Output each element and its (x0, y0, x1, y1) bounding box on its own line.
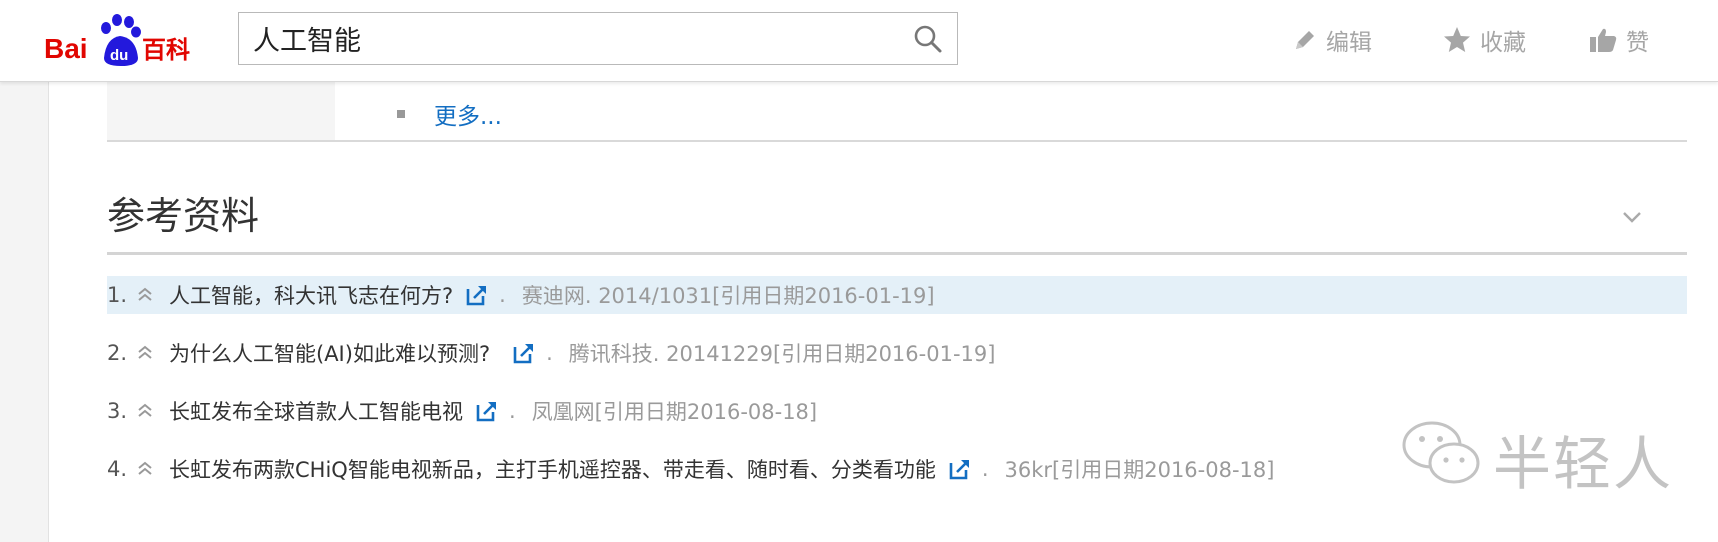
reference-separator: . (981, 457, 989, 481)
pencil-icon (1296, 31, 1314, 49)
more-row: 更多... (107, 82, 1687, 142)
external-link-icon[interactable] (475, 399, 499, 423)
table-cell-empty (107, 82, 335, 140)
thumbs-up-icon (1590, 28, 1617, 52)
watermark-text: 半轻人 (1493, 430, 1674, 498)
baidu-baike-logo[interactable]: du Bai 百科 (44, 10, 214, 72)
external-link-icon[interactable] (465, 283, 489, 307)
search-box[interactable] (238, 12, 958, 65)
more-link[interactable]: 更多... (434, 97, 502, 131)
reference-item: 1. 人工智能，科大讯飞志在何方? . 赛迪网. 2014/1031[引用日期2… (107, 276, 1687, 314)
top-header: du Bai 百科 编辑 收藏 赞 (0, 0, 1718, 82)
double-chevron-up-icon[interactable] (135, 343, 155, 363)
reference-source: 36kr[引用日期2016-08-18] (1004, 458, 1275, 482)
bullet-icon (397, 110, 405, 118)
external-link-icon[interactable] (512, 341, 536, 365)
reference-title[interactable]: 长虹发布两款CHiQ智能电视新品，主打手机遥控器、带走看、随时看、分类看功能 (169, 454, 936, 484)
edit-label: 编辑 (1326, 30, 1372, 56)
section-title: 参考资料 (107, 194, 260, 238)
reference-separator: . (546, 341, 553, 365)
section-divider (107, 252, 1687, 255)
reference-title[interactable]: 为什么人工智能(AI)如此难以预测? (169, 338, 490, 368)
double-chevron-up-icon[interactable] (135, 401, 155, 421)
chevron-down-icon[interactable] (1621, 210, 1643, 224)
search-icon[interactable] (913, 24, 943, 54)
like-label: 赞 (1626, 30, 1649, 56)
reference-separator: . (499, 283, 506, 307)
svg-text:Bai: Bai (44, 33, 88, 64)
edit-button[interactable]: 编辑 (1292, 24, 1372, 56)
double-chevron-up-icon[interactable] (135, 459, 155, 479)
reference-source: 赛迪网. 2014/1031[引用日期2016-01-19] (521, 284, 935, 308)
favorite-button[interactable]: 收藏 (1442, 24, 1526, 56)
reference-number: 1. (107, 283, 128, 307)
wechat-icon (1402, 421, 1480, 484)
reference-title[interactable]: 长虹发布全球首款人工智能电视 (169, 396, 463, 426)
double-chevron-up-icon[interactable] (135, 285, 155, 305)
like-button[interactable]: 赞 (1588, 24, 1649, 56)
wechat-watermark: 半轻人 (1398, 415, 1698, 498)
favorite-label: 收藏 (1480, 30, 1526, 56)
reference-number: 4. (107, 457, 128, 481)
svg-text:百科: 百科 (142, 36, 190, 64)
reference-title[interactable]: 人工智能，科大讯飞志在何方? (169, 280, 453, 310)
reference-source: 腾讯科技. 20141229[引用日期2016-01-19] (568, 342, 996, 366)
reference-number: 2. (107, 341, 128, 365)
star-icon (1444, 27, 1470, 52)
reference-separator: . (509, 399, 516, 423)
reference-source: 凤凰网[引用日期2016-08-18] (531, 400, 818, 424)
svg-text:du: du (110, 47, 128, 64)
search-input[interactable] (253, 13, 893, 64)
reference-number: 3. (107, 399, 128, 423)
external-link-icon[interactable] (948, 457, 972, 481)
reference-item: 2. 为什么人工智能(AI)如此难以预测? . 腾讯科技. 20141229[引… (107, 334, 1687, 372)
